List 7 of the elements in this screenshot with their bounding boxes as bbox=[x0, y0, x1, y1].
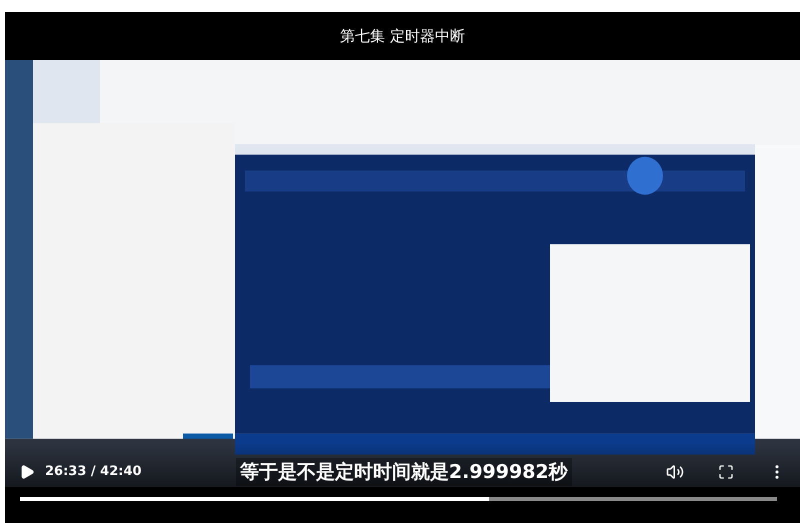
video-title: 第七集 定时器中断 bbox=[340, 26, 465, 47]
play-button[interactable] bbox=[19, 464, 35, 480]
volume-icon[interactable] bbox=[666, 463, 684, 481]
fullscreen-icon[interactable] bbox=[718, 464, 734, 480]
time-display: 26:33 / 42:40 bbox=[45, 463, 142, 482]
subtitle: 等于是不是定时时间就是2.999982秒 bbox=[236, 458, 572, 486]
progress-bar[interactable] bbox=[20, 497, 777, 501]
